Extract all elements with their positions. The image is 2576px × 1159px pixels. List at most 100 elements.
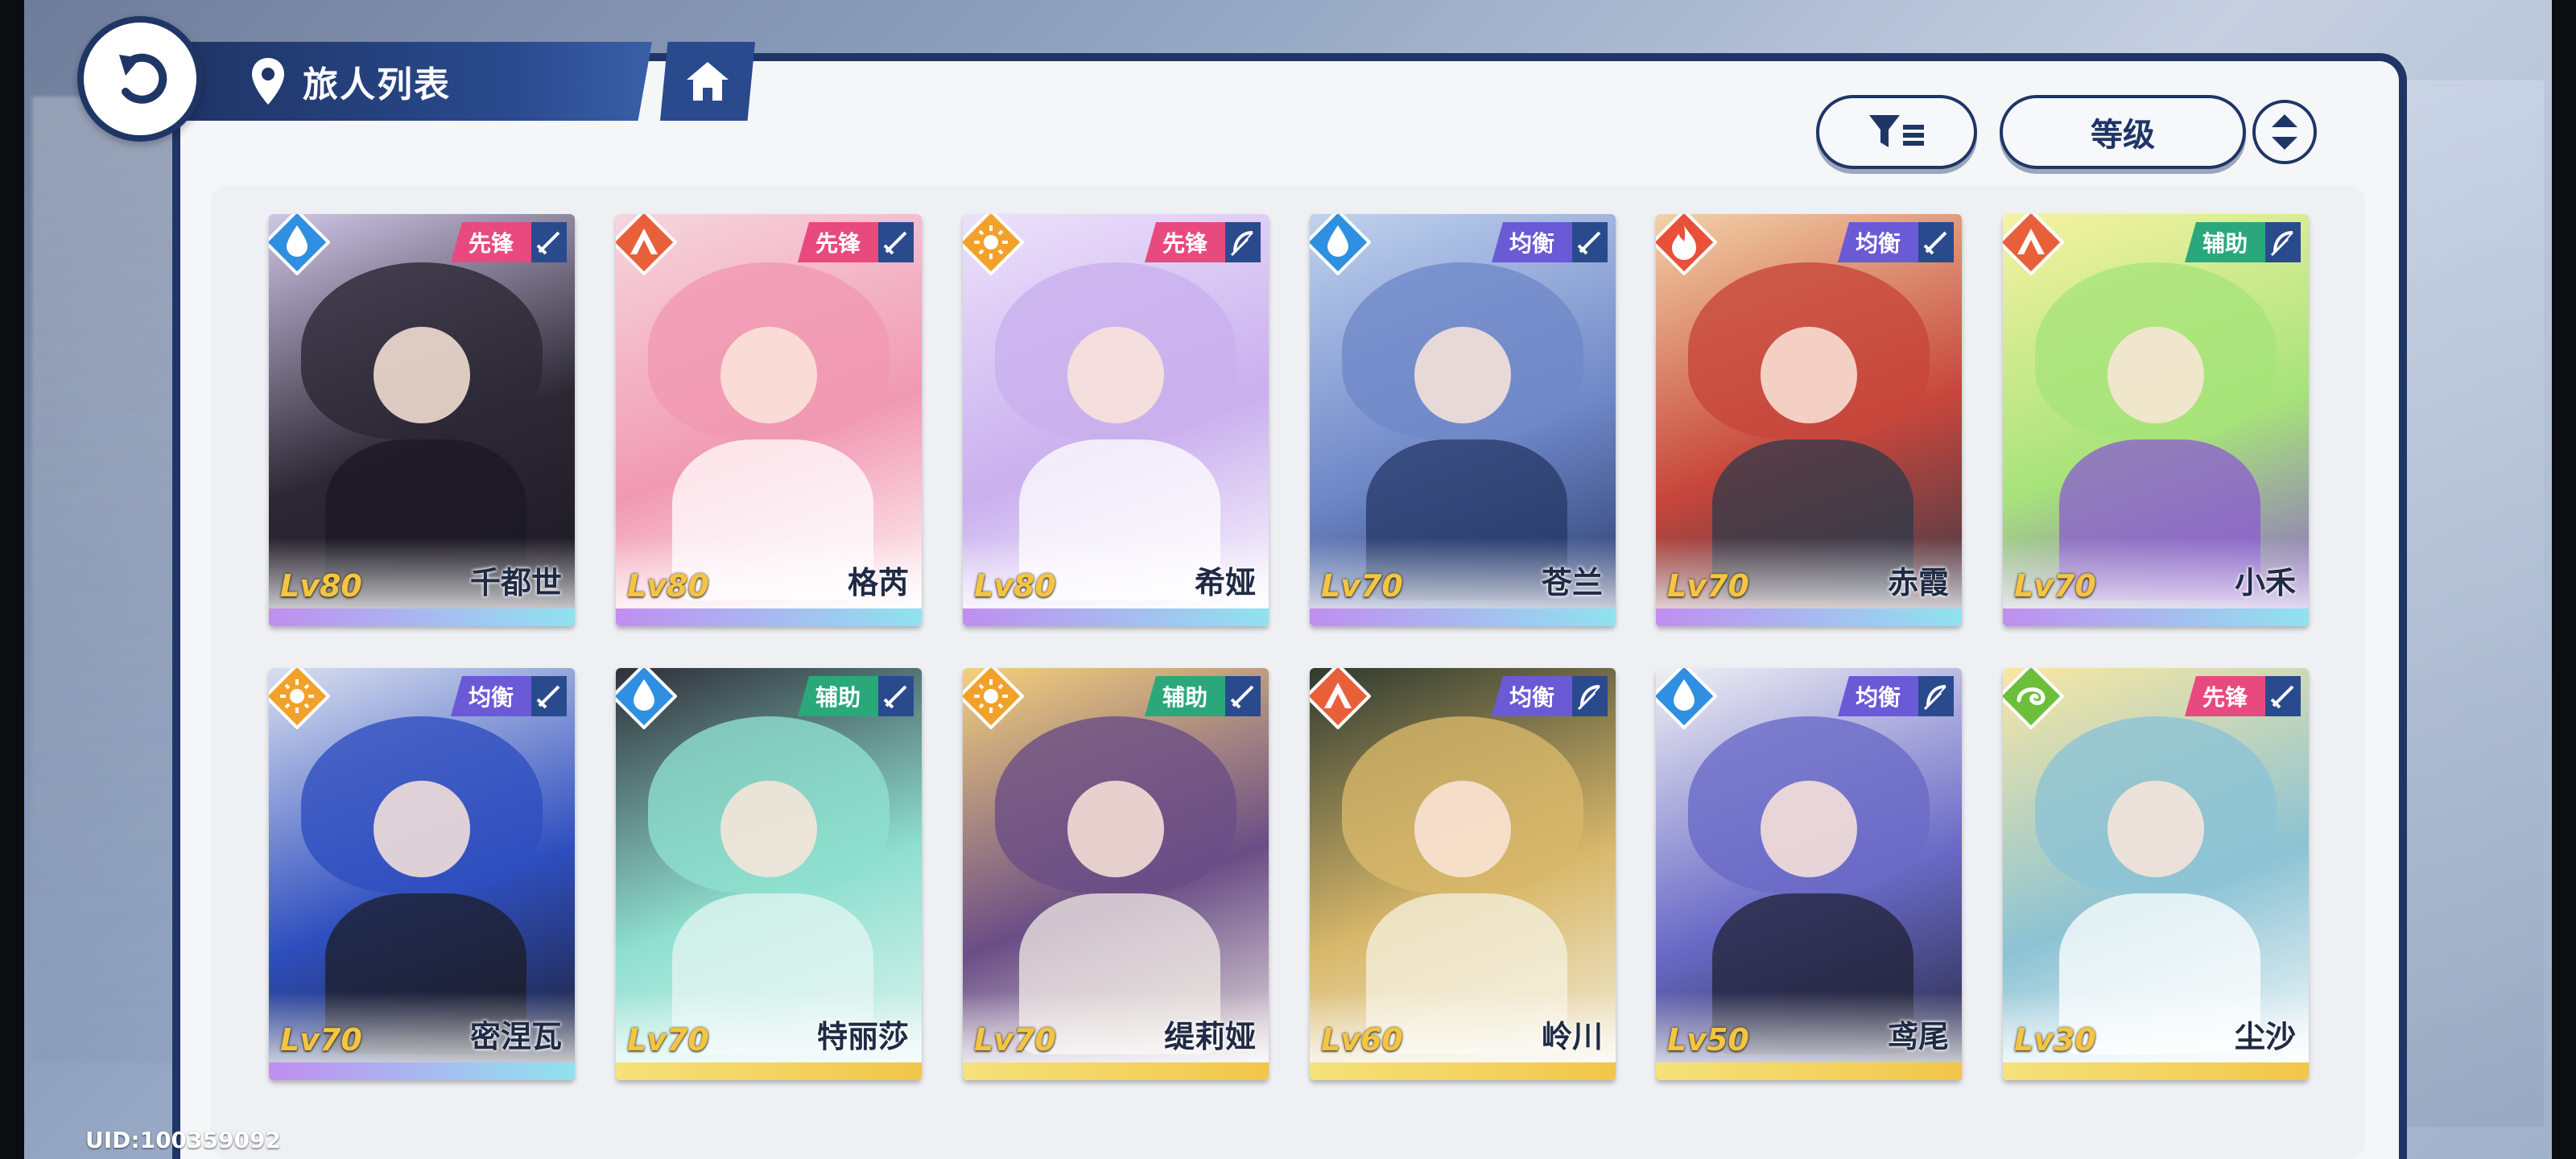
character-face: [1761, 327, 1857, 423]
role-tag: 均衡: [450, 676, 531, 716]
character-face: [2107, 781, 2204, 877]
weapon-sword-icon: [1572, 222, 1608, 262]
role-tag: 先锋: [2184, 676, 2265, 716]
card-rarity-stripe: [616, 1062, 922, 1080]
character-name: 苍兰: [1541, 565, 1603, 600]
character-level: Lv80: [974, 568, 1056, 604]
character-card[interactable]: 均衡 Lv70 苍兰: [1310, 214, 1616, 626]
character-level: Lv70: [2014, 568, 2096, 604]
character-card[interactable]: 先锋 Lv30 尘沙: [2003, 668, 2309, 1080]
element-water-icon: [1310, 214, 1371, 275]
card-rarity-stripe: [1310, 608, 1616, 626]
character-card[interactable]: 先锋 Lv80 希娅: [963, 214, 1269, 626]
role-tag: 辅助: [1144, 676, 1225, 716]
card-rarity-stripe: [1310, 1062, 1616, 1080]
character-level: Lv70: [280, 1022, 362, 1058]
weapon-sword-icon: [2265, 676, 2301, 716]
role-tag: 均衡: [1491, 222, 1572, 262]
weapon-sword-icon: [1225, 676, 1261, 716]
character-card[interactable]: 辅助 Lv70 小禾: [2003, 214, 2309, 626]
weapon-bow-icon: [1572, 676, 1608, 716]
element-fire-icon: [1656, 214, 1717, 275]
character-level: Lv70: [1667, 568, 1749, 604]
filter-button[interactable]: [1816, 95, 1977, 169]
character-name: 赤霞: [1887, 565, 1949, 600]
page-title-bar: 旅人列表: [185, 42, 652, 121]
character-face: [1761, 781, 1857, 877]
background-scenery: [32, 97, 177, 1062]
card-rarity-stripe: [2003, 1062, 2309, 1080]
role-tag: 先锋: [797, 222, 878, 262]
element-earth-icon: [1310, 668, 1371, 729]
character-name: 鸢尾: [1887, 1019, 1949, 1054]
character-name: 岭川: [1541, 1019, 1603, 1054]
character-card[interactable]: 均衡 Lv70 密涅瓦: [269, 668, 575, 1080]
character-card[interactable]: 均衡 Lv70 赤霞: [1656, 214, 1962, 626]
character-level: Lv80: [627, 568, 709, 604]
card-rarity-stripe: [616, 608, 922, 626]
role-tag: 辅助: [2184, 222, 2265, 262]
weapon-sword-icon: [531, 676, 567, 716]
card-rarity-stripe: [963, 608, 1269, 626]
character-face: [1067, 327, 1164, 423]
role-tag: 均衡: [1837, 676, 1918, 716]
character-name: 格芮: [847, 565, 909, 600]
character-card[interactable]: 辅助 Lv70 特丽莎: [616, 668, 922, 1080]
element-wind-icon: [2003, 668, 2064, 729]
character-name: 希娅: [1194, 565, 1256, 600]
screen-edge-right: [2552, 0, 2576, 1159]
sort-label: 等级: [2091, 117, 2155, 154]
character-face: [374, 327, 470, 423]
card-rarity-stripe: [269, 608, 575, 626]
character-card[interactable]: 辅助 Lv70 缇莉娅: [963, 668, 1269, 1080]
element-light-icon: [963, 214, 1024, 275]
element-light-icon: [963, 668, 1024, 729]
card-rarity-stripe: [2003, 608, 2309, 626]
background-scenery-right: [2375, 80, 2544, 1127]
weapon-sword-icon: [878, 222, 914, 262]
weapon-sword-icon: [878, 676, 914, 716]
character-level: Lv50: [1667, 1022, 1749, 1058]
character-name: 千都世: [469, 565, 562, 600]
character-name: 缇莉娅: [1163, 1019, 1256, 1054]
back-arrow-icon: [119, 53, 167, 104]
character-name: 特丽莎: [816, 1019, 909, 1054]
home-button[interactable]: [660, 42, 755, 121]
page-title: 旅人列表: [303, 64, 451, 105]
card-rarity-stripe: [1656, 608, 1962, 626]
screen-edge-left: [0, 0, 24, 1159]
sort-order-icon: [2272, 114, 2297, 150]
filter-icon: [1869, 115, 1924, 147]
card-rarity-stripe: [269, 1062, 575, 1080]
weapon-bow-icon: [2265, 222, 2301, 262]
weapon-bow-icon: [1918, 676, 1954, 716]
sort-order-toggle[interactable]: [2252, 100, 2317, 164]
role-tag: 均衡: [1837, 222, 1918, 262]
role-tag: 先锋: [1144, 222, 1225, 262]
character-card[interactable]: 先锋 Lv80 格芮: [616, 214, 922, 626]
element-light-icon: [269, 668, 330, 729]
home-icon: [687, 62, 729, 101]
element-earth-icon: [616, 214, 677, 275]
character-level: Lv70: [1321, 568, 1403, 604]
card-rarity-stripe: [1656, 1062, 1962, 1080]
character-face: [720, 781, 817, 877]
character-face: [1414, 781, 1511, 877]
character-face: [1067, 781, 1164, 877]
sort-dropdown[interactable]: 等级: [2000, 95, 2246, 169]
character-face: [2107, 327, 2204, 423]
character-card[interactable]: 均衡 Lv60 岭川: [1310, 668, 1616, 1080]
character-face: [1414, 327, 1511, 423]
element-water-icon: [1656, 668, 1717, 729]
back-button[interactable]: [77, 16, 203, 142]
character-card[interactable]: 均衡 Lv50 鸢尾: [1656, 668, 1962, 1080]
character-card[interactable]: 先锋 Lv80 千都世: [269, 214, 575, 626]
character-level: Lv30: [2014, 1022, 2096, 1058]
uid-label: UID:100359092: [85, 1127, 281, 1153]
card-rarity-stripe: [963, 1062, 1269, 1080]
character-name: 密涅瓦: [469, 1019, 562, 1054]
character-name: 尘沙: [2234, 1019, 2296, 1054]
character-level: Lv70: [974, 1022, 1056, 1058]
role-tag: 先锋: [450, 222, 531, 262]
character-name: 小禾: [2234, 565, 2296, 600]
